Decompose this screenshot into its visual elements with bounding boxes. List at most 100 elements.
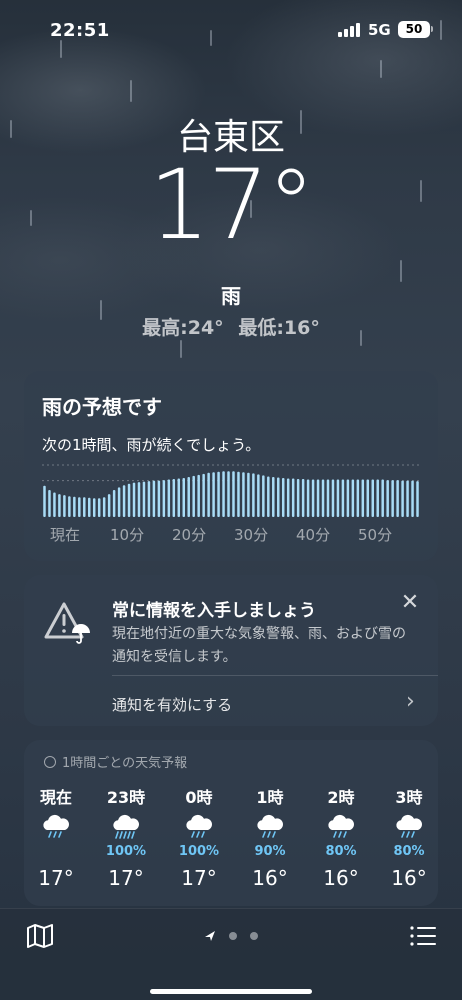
rain-bar — [306, 479, 310, 517]
rain-bar — [142, 481, 146, 517]
hour-temp: 17° — [108, 866, 144, 890]
rain-bar — [401, 480, 404, 517]
rain-card-title: 雨の予想です — [42, 395, 162, 419]
hourly-header: 1時間ごとの天気予報 — [44, 752, 187, 771]
rain-bar — [122, 485, 126, 517]
rain-bar — [73, 496, 76, 517]
rain-bar — [242, 472, 245, 517]
hour-temp: 17° — [38, 866, 74, 890]
rain-bar — [321, 479, 325, 517]
hour-column: 2時 80% 16° — [309, 784, 373, 890]
hour-temp: 16° — [391, 866, 427, 890]
rain-bar — [257, 474, 260, 517]
rain-bar — [262, 475, 265, 517]
hour-column: 3時 80% 16° — [377, 784, 441, 890]
precip-chance: 80% — [393, 844, 425, 859]
alert-title: 常に情報を入手しましょう — [112, 601, 316, 621]
rain-bar — [197, 474, 200, 517]
rain-bar — [331, 479, 335, 517]
status-bar: 22:51 5G 50 — [0, 0, 462, 56]
rain-bar — [411, 480, 414, 517]
hour-column: 現在 17° — [24, 784, 88, 890]
hour-temp: 17° — [181, 866, 217, 890]
precip-chance: 90% — [254, 844, 286, 859]
rain-bar — [137, 482, 141, 517]
rain-bar — [63, 495, 66, 517]
rain-bar — [83, 497, 86, 517]
rain-bar — [58, 494, 61, 517]
rain-bar — [286, 478, 290, 517]
rain-bar — [222, 471, 225, 517]
rain-bar — [92, 498, 96, 517]
rain-bar — [132, 482, 136, 517]
precip-chance: 100% — [178, 844, 220, 859]
status-time: 22:51 — [50, 20, 110, 41]
rain-forecast-card[interactable]: 雨の予想です 次の1時間、雨が続くでしょう。 現在 10分 20分 30分 40… — [24, 371, 438, 561]
rain-bar — [346, 479, 350, 517]
rain-bar — [157, 480, 161, 517]
rain-bar — [416, 481, 419, 517]
rain-bar — [127, 483, 131, 517]
rain-bar — [396, 480, 399, 517]
rain-bar — [117, 487, 121, 517]
rain-card-description: 次の1時間、雨が続くでしょう。 — [42, 436, 261, 454]
rain-bar — [192, 475, 195, 517]
rain-bar — [356, 479, 360, 517]
hour-label: 1時 — [256, 788, 284, 807]
list-icon[interactable] — [410, 925, 436, 947]
rain-bar — [361, 479, 365, 517]
location-arrow-icon — [205, 931, 215, 941]
rain-bar — [147, 481, 151, 517]
hourly-forecast-card[interactable]: 1時間ごとの天気予報 現在 17° 23時 100% 17° 0時 100% 17° 1時 90%… — [24, 740, 438, 906]
chevron-right-icon[interactable]: › — [406, 689, 415, 714]
tick-label: 20分 — [172, 526, 207, 544]
rain-bar — [316, 479, 320, 517]
hour-temp: 16° — [323, 866, 359, 890]
home-indicator[interactable] — [150, 989, 312, 994]
rain-streak — [130, 80, 132, 102]
hourly-header-label: 1時間ごとの天気予報 — [62, 756, 188, 771]
alert-body: 現在地付近の重大な気象警報、雨、および雪の通知を受信します。 — [112, 626, 406, 665]
rain-bar — [326, 479, 330, 517]
rain-bar — [172, 479, 176, 517]
bottom-toolbar — [0, 908, 462, 1000]
rain-bar — [301, 479, 305, 517]
rain-bar — [177, 478, 181, 517]
map-icon[interactable] — [26, 923, 54, 949]
rain-bar — [43, 485, 46, 517]
cloud-rain-icon — [396, 814, 422, 838]
rain-bar — [212, 472, 215, 517]
tick-label: 30分 — [234, 526, 269, 544]
rain-bar — [48, 489, 51, 517]
page-indicator[interactable] — [203, 929, 263, 943]
rain-bar — [112, 489, 116, 517]
rain-bar — [281, 478, 285, 517]
rain-bar — [217, 471, 220, 517]
rain-bar — [167, 479, 171, 517]
rain-bar — [376, 479, 379, 517]
close-icon[interactable]: ✕ — [396, 589, 424, 617]
rain-streak — [180, 340, 182, 358]
rain-bar — [366, 479, 370, 517]
hour-column: 23時 100% 17° — [94, 784, 158, 890]
battery-icon: 50 — [398, 21, 430, 38]
tick-label: 現在 — [50, 526, 81, 544]
hour-label: 現在 — [39, 788, 72, 807]
rain-bar — [336, 479, 340, 517]
current-condition: 雨 — [221, 284, 241, 308]
hour-label: 23時 — [106, 788, 146, 807]
rain-streak — [380, 60, 382, 78]
rain-bar — [97, 498, 101, 517]
rain-bar — [296, 479, 300, 517]
enable-notifications-link[interactable]: 通知を有効にする — [112, 694, 232, 715]
battery-tip — [431, 26, 433, 32]
rain-bar — [247, 472, 250, 517]
rain-bar — [68, 496, 71, 517]
cloud-rain-heavy-icon — [113, 814, 139, 839]
warning-umbrella-icon — [44, 602, 90, 644]
rain-bar — [237, 471, 240, 517]
rain-bar — [88, 497, 91, 517]
page-dot — [250, 932, 258, 940]
hour-label: 0時 — [185, 788, 213, 807]
clock-icon — [44, 756, 56, 768]
